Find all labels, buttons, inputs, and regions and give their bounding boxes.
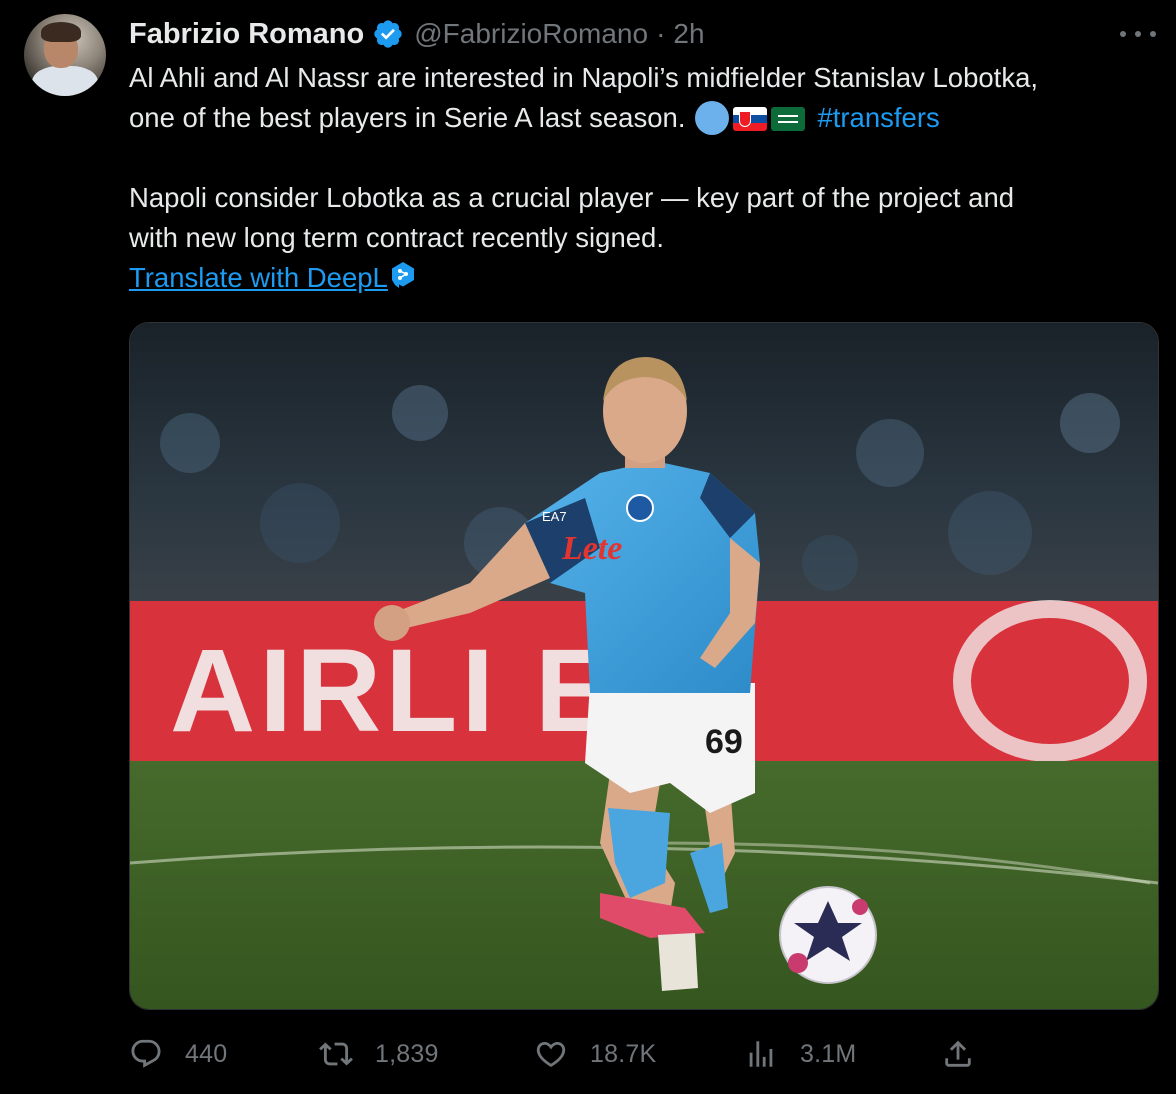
- tweet-text: Al Ahli and Al Nassr are interested in N…: [129, 58, 1149, 298]
- tweet-text-line-with-emojis: one of the best players in Serie A last …: [129, 98, 1149, 138]
- napoli-crest: [626, 494, 654, 522]
- avatar-shirt: [32, 66, 98, 96]
- share-icon: [945, 1040, 971, 1067]
- author-handle[interactable]: @FabrizioRomano: [414, 18, 648, 50]
- header-separator: ·: [656, 18, 666, 49]
- tweet[interactable]: Fabrizio Romano @FabrizioRomano · 2h Al …: [0, 0, 1176, 1094]
- reply-icon: [131, 1039, 161, 1068]
- more-icon[interactable]: [1120, 26, 1156, 42]
- saudi-arabia-flag-icon: [771, 107, 806, 131]
- avatar[interactable]: [24, 14, 106, 96]
- retweet-icon: [319, 1042, 353, 1066]
- player-left-hand: [374, 605, 410, 641]
- views-button[interactable]: 3.1M: [744, 1030, 856, 1078]
- retweet-count: 1,839: [375, 1039, 439, 1068]
- views-icon: [749, 1041, 773, 1067]
- player-boot-planted: [658, 933, 698, 991]
- reply-button[interactable]: 440: [129, 1030, 227, 1078]
- ball-pattern: [788, 953, 808, 973]
- heart-icon: [536, 1041, 566, 1067]
- retweet-button[interactable]: 1,839: [319, 1030, 439, 1078]
- tweet-text-segment: one of the best players in Serie A last …: [129, 102, 686, 133]
- tweet-text-line: with new long term contract recently sig…: [129, 222, 664, 253]
- share-button[interactable]: [941, 1030, 997, 1078]
- ball-pattern: [852, 899, 868, 915]
- verified-badge-icon[interactable]: [372, 18, 404, 50]
- reply-count: 440: [185, 1039, 228, 1068]
- more-dot: [1135, 31, 1141, 37]
- photo-illustration: AIRLI ES 69 EA7 Lete: [130, 323, 1158, 1009]
- more-dot: [1150, 31, 1156, 37]
- translate-link[interactable]: Translate with DeepL: [129, 262, 388, 293]
- slovakia-flag-icon: [733, 107, 768, 131]
- like-count: 18.7K: [590, 1039, 657, 1068]
- avatar-hair: [41, 22, 81, 42]
- blue-circle-emoji-icon: [695, 101, 730, 135]
- more-dot: [1120, 31, 1126, 37]
- tweet-text-line: Napoli consider Lobotka as a crucial pla…: [129, 182, 1015, 213]
- tweet-text-line: Al Ahli and Al Nassr are interested in N…: [129, 62, 1039, 93]
- tweet-timestamp[interactable]: 2h: [673, 18, 704, 50]
- tweet-actions: 440 1,839 18.7K 3.1M: [129, 1030, 1159, 1078]
- translate-row: Translate with DeepL: [129, 258, 1149, 298]
- hashtag-link[interactable]: #transfers: [817, 102, 939, 133]
- shirt-number: 69: [705, 723, 743, 761]
- author-name[interactable]: Fabrizio Romano: [129, 18, 364, 51]
- shirt-brand: EA7: [542, 509, 567, 524]
- shirt-sponsor: Lete: [561, 530, 622, 567]
- tweet-photo[interactable]: AIRLI ES 69 EA7 Lete: [129, 322, 1159, 1010]
- tweet-header: Fabrizio Romano @FabrizioRomano · 2h: [129, 16, 705, 52]
- like-button[interactable]: 18.7K: [534, 1030, 656, 1078]
- deepl-icon[interactable]: [390, 261, 416, 289]
- views-count: 3.1M: [800, 1039, 857, 1068]
